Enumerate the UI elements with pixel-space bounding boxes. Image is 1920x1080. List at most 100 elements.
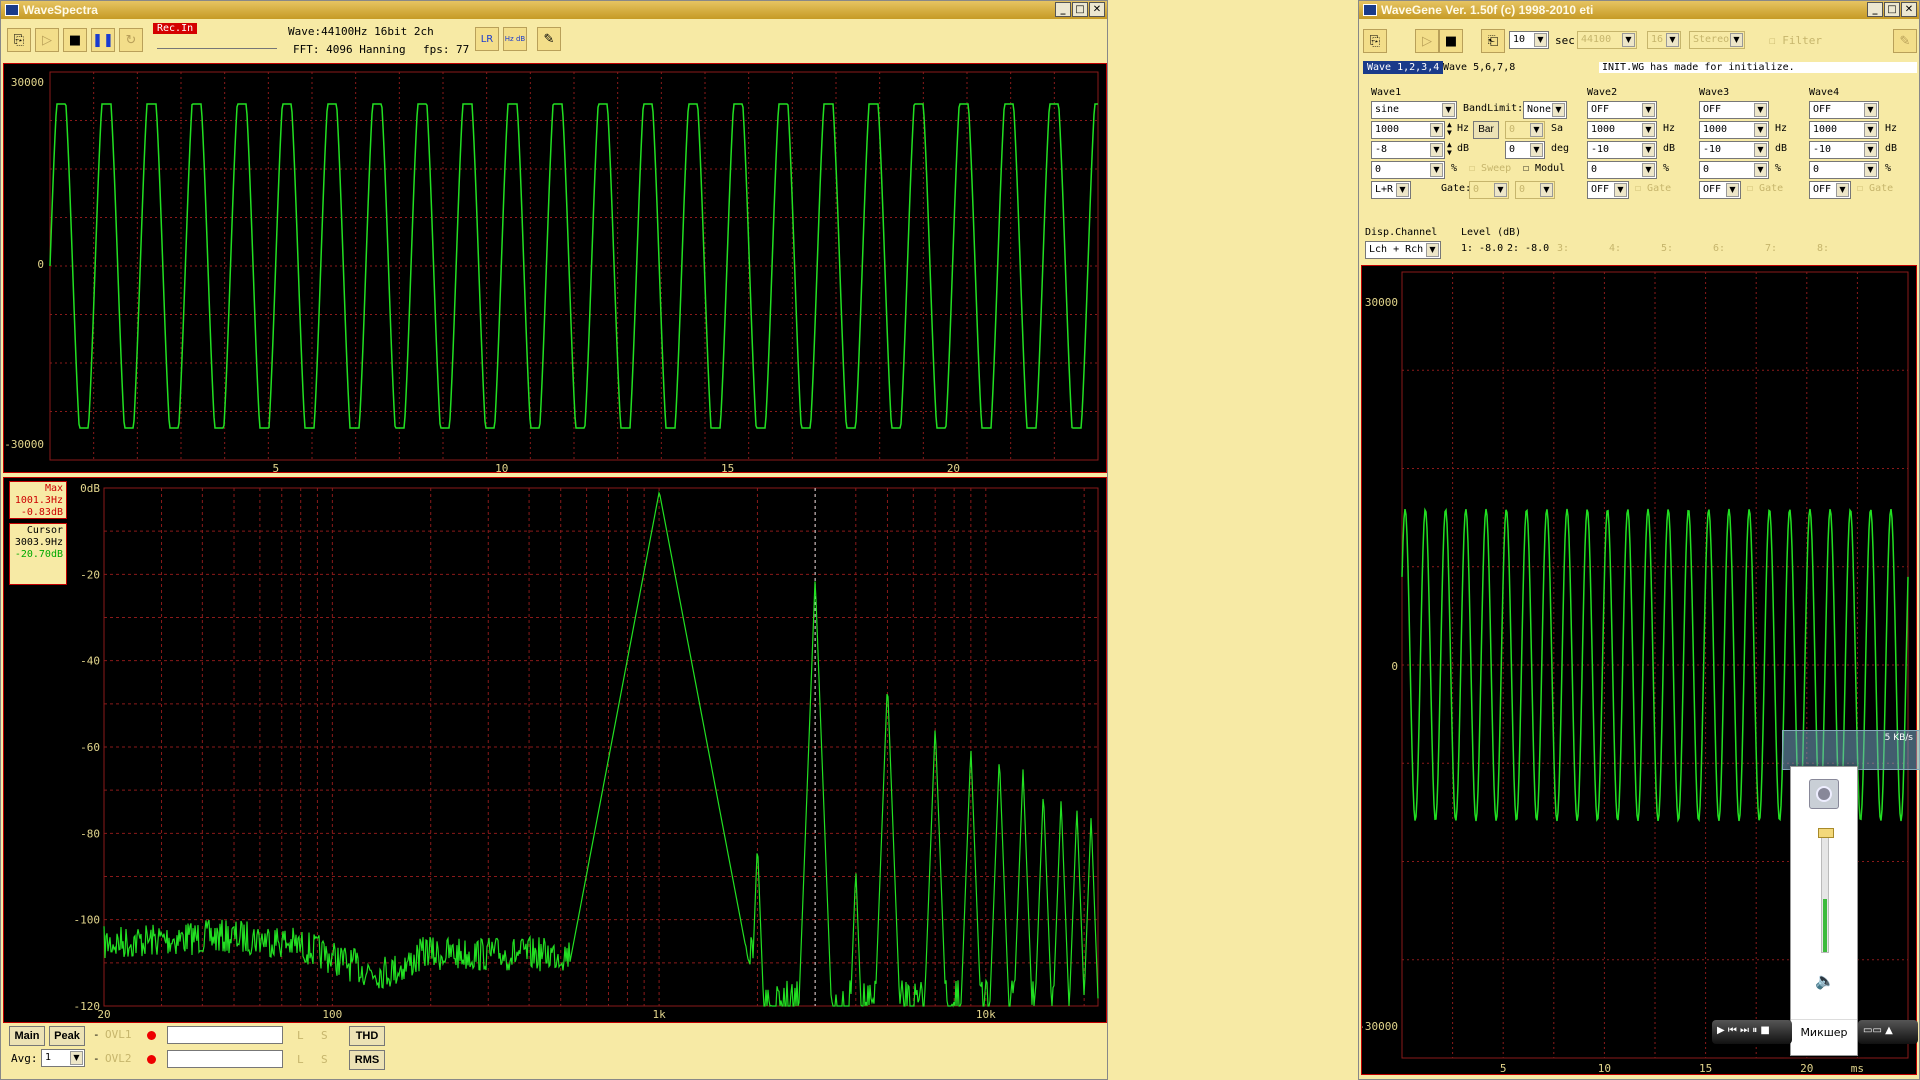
wave1-chan-select[interactable]: L+R ▼: [1371, 181, 1411, 199]
wave4-freq-input[interactable]: 1000 ▼: [1809, 121, 1879, 139]
tab-wave-1-4[interactable]: Wave 1,2,3,4: [1363, 61, 1444, 74]
save-file-icon[interactable]: ⎗: [1481, 29, 1505, 53]
speaker-device-icon[interactable]: [1809, 779, 1839, 809]
wave4-level-input[interactable]: -10 ▼: [1809, 141, 1879, 159]
rec-in-badge[interactable]: Rec.In: [153, 23, 198, 34]
wave1-level: -8: [1375, 144, 1388, 155]
wavegene-app-icon: [1363, 4, 1377, 16]
wave4-gate-checkbox[interactable]: ☐ Gate: [1857, 183, 1893, 194]
filter-label: Filter: [1782, 34, 1822, 47]
sweep-checkbox[interactable]: ☐ Sweep: [1469, 163, 1511, 174]
wave1-pct: 0: [1375, 164, 1382, 175]
ovl2-l[interactable]: L: [297, 1053, 304, 1066]
wave1-pct-select[interactable]: 0 ▼: [1371, 161, 1445, 179]
wave1-level-spin-icon[interactable]: ▲ ▼: [1447, 141, 1452, 157]
wave2-gate-checkbox[interactable]: ☐ Gate: [1635, 183, 1671, 194]
ovl2-s[interactable]: S: [321, 1053, 328, 1066]
stop-icon[interactable]: ■: [63, 28, 87, 52]
wave3-label: Wave3: [1699, 87, 1730, 98]
chevron-down-icon: ▼: [1442, 103, 1455, 117]
peak-button[interactable]: Peak: [49, 1026, 85, 1046]
gate-b-select[interactable]: 0 ▼: [1515, 181, 1555, 199]
wave2-level: -10: [1591, 144, 1610, 155]
thd-button[interactable]: THD: [349, 1026, 385, 1046]
modul-checkbox[interactable]: ☐ Modul: [1523, 163, 1565, 174]
disp-channel-select[interactable]: Lch + Rch ▼: [1365, 241, 1441, 259]
wavespectra-toolbar: ⎘ ▷ ■ ❚❚ ↻ Rec.In Wave:44100Hz 16bit 2ch…: [1, 19, 1107, 61]
speaker-mute-icon[interactable]: 🔈: [1815, 971, 1835, 990]
wave3-chan-select[interactable]: OFF ▼: [1699, 181, 1741, 199]
open-file-icon[interactable]: ⎘: [1363, 29, 1387, 53]
wave2-chan-select[interactable]: OFF ▼: [1587, 181, 1629, 199]
chevron-down-icon: ▼: [1642, 143, 1655, 157]
rate-select[interactable]: 44100 ▼: [1577, 31, 1637, 49]
wave3-type-select[interactable]: OFF ▼: [1699, 101, 1769, 119]
lr-toggle-button[interactable]: LR: [475, 27, 499, 51]
wave3-gate-checkbox[interactable]: ☐ Gate: [1747, 183, 1783, 194]
pause-icon[interactable]: ❚❚: [91, 28, 115, 52]
wave1-phase-select[interactable]: 0 ▼: [1505, 141, 1545, 159]
avg-value: 1: [45, 1052, 52, 1063]
input-level-slider[interactable]: [157, 37, 277, 49]
play-icon[interactable]: ▷: [1415, 29, 1439, 53]
wave3-freq-input[interactable]: 1000 ▼: [1699, 121, 1769, 139]
level-5: 5:: [1661, 243, 1674, 254]
play-icon[interactable]: ▷: [35, 28, 59, 52]
rms-button[interactable]: RMS: [349, 1050, 385, 1070]
volume-slider[interactable]: [1818, 828, 1834, 953]
ovl1-field[interactable]: [167, 1026, 283, 1044]
network-monitor-widget[interactable]: 5 KB/s: [1782, 730, 1920, 770]
bar-select[interactable]: 0 ▼: [1505, 121, 1545, 139]
avg-select[interactable]: 1 ▼: [41, 1049, 85, 1067]
bandlimit-select[interactable]: None ▼: [1523, 101, 1567, 119]
ovl1-l[interactable]: L: [297, 1029, 304, 1042]
wave2-pct-select[interactable]: 0 ▼: [1587, 161, 1657, 179]
bits-select[interactable]: 16 ▼: [1647, 31, 1681, 49]
wave1-level-input[interactable]: -8 ▼: [1371, 141, 1445, 159]
mixer-link[interactable]: Микшер: [1791, 1019, 1857, 1051]
main-button[interactable]: Main: [9, 1026, 45, 1046]
spectrum-panel[interactable]: 0dB -20 -40 -60 -80 -100 -120 20 100 1k 10k: [3, 477, 1107, 1023]
rate-value: 44100: [1581, 34, 1612, 45]
channels-select[interactable]: Stereo ▼: [1689, 31, 1745, 49]
bar-button[interactable]: Bar: [1473, 121, 1499, 139]
media-player-bar-right[interactable]: ▭▭ ▲: [1858, 1020, 1918, 1044]
ovl1-s[interactable]: S: [321, 1029, 328, 1042]
duration-select[interactable]: 10 ▼: [1509, 31, 1549, 49]
ovl2-field[interactable]: [167, 1050, 283, 1068]
close-button[interactable]: ✕: [1089, 2, 1105, 17]
wave3-pct-select[interactable]: 0 ▼: [1699, 161, 1769, 179]
wave1-freq-input[interactable]: 1000 ▼: [1371, 121, 1445, 139]
filter-checkbox[interactable]: ☐ Filter: [1769, 34, 1822, 47]
wave3-gate-label: Gate: [1759, 183, 1784, 194]
wave4-chan-select[interactable]: OFF ▼: [1809, 181, 1851, 199]
sweep-label: Sweep: [1481, 163, 1512, 174]
hz-db-toggle-button[interactable]: Hz dB: [503, 27, 527, 51]
wavespectra-titlebar[interactable]: WaveSpectra _ □ ✕: [1, 1, 1107, 19]
wave1-type-select[interactable]: sine ▼: [1371, 101, 1457, 119]
settings-wrench-icon[interactable]: ✎: [537, 27, 561, 51]
wave4-type-select[interactable]: OFF ▼: [1809, 101, 1879, 119]
wave2-level-input[interactable]: -10 ▼: [1587, 141, 1657, 159]
wave2-type-select[interactable]: OFF ▼: [1587, 101, 1657, 119]
settings-icon[interactable]: ✎: [1893, 29, 1917, 53]
wave3-level-input[interactable]: -10 ▼: [1699, 141, 1769, 159]
minimize-button[interactable]: _: [1055, 2, 1071, 17]
wavegene-titlebar[interactable]: WaveGene Ver. 1.50f (c) 1998-2010 eti _ …: [1359, 1, 1919, 19]
maximize-button[interactable]: □: [1884, 2, 1900, 17]
media-player-bar[interactable]: ▶ ⏮ ⏭ ⏸ ■: [1712, 1020, 1792, 1044]
time-domain-panel[interactable]: 300000-300005101520ms: [3, 63, 1131, 475]
open-file-icon[interactable]: ⎘: [7, 28, 31, 52]
minimize-button[interactable]: _: [1867, 2, 1883, 17]
wave4-pct-select[interactable]: 0 ▼: [1809, 161, 1879, 179]
close-button[interactable]: ✕: [1901, 2, 1917, 17]
wave1-spin-icon[interactable]: ▲ ▼: [1447, 121, 1452, 137]
loop-icon[interactable]: ↻: [119, 28, 143, 52]
volume-slider-thumb[interactable]: [1818, 828, 1834, 838]
wave2-freq-input[interactable]: 1000 ▼: [1587, 121, 1657, 139]
gate-b: 0: [1519, 184, 1526, 195]
maximize-button[interactable]: □: [1072, 2, 1088, 17]
gate-a-select[interactable]: 0 ▼: [1469, 181, 1509, 199]
stop-icon[interactable]: ■: [1439, 29, 1463, 53]
tab-wave-5-8[interactable]: Wave 5,6,7,8: [1443, 62, 1515, 73]
